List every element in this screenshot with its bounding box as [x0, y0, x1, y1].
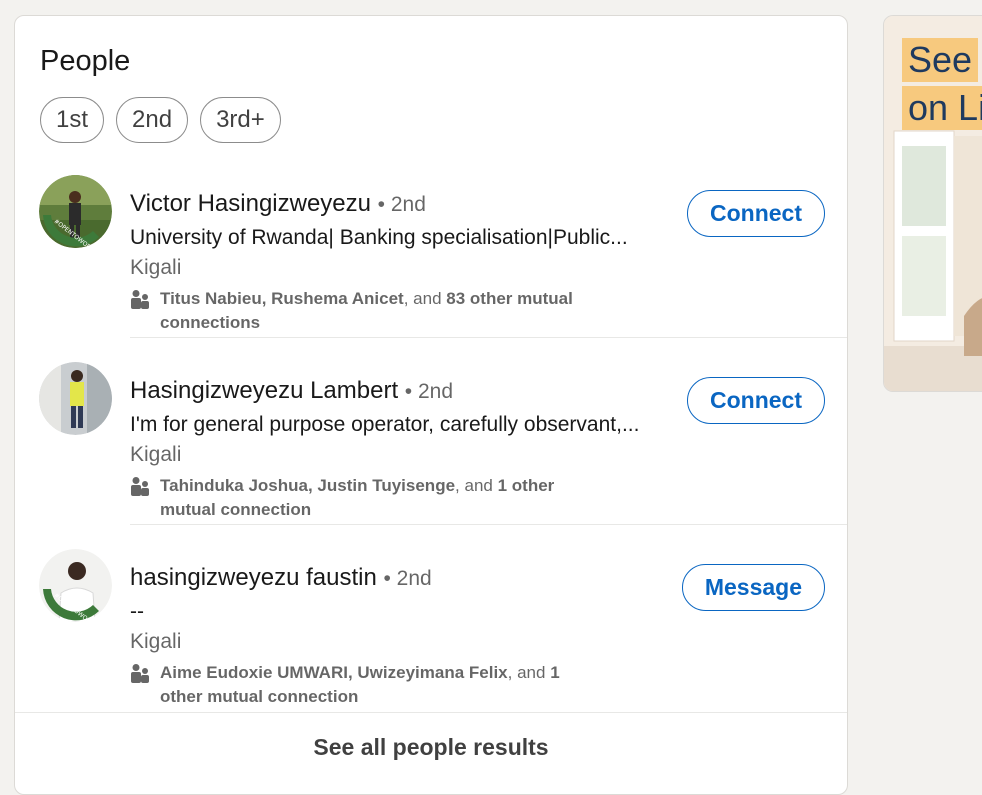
section-title: People [40, 45, 131, 77]
divider [15, 712, 847, 713]
person-location: Kigali [130, 443, 182, 466]
mutual-connections[interactable]: Tahinduka Joshua, Justin Tuyisenge, and … [130, 474, 600, 522]
avatar[interactable] [39, 362, 112, 435]
filter-1st[interactable]: 1st [40, 97, 105, 143]
filter-3rd-plus[interactable]: 3rd+ [200, 97, 281, 143]
avatar-photo [39, 362, 112, 435]
person-result: #OPENTOWORK hasingizweyezu faustin • 2nd… [15, 525, 847, 712]
connection-degree-filters: 1st 2nd 3rd+ [40, 97, 281, 143]
connection-degree: • 2nd [377, 193, 426, 216]
mutual-connections[interactable]: Titus Nabieu, Rushema Anicet, and 83 oth… [130, 287, 600, 335]
avatar-photo: #OPENTOWORK [39, 175, 112, 248]
mutual-names: Titus Nabieu, Rushema Anicet [160, 289, 404, 308]
connect-button[interactable]: Connect [687, 377, 825, 424]
people-results-card: People 1st 2nd 3rd+ #OPENTOWORK Victor H… [14, 15, 848, 795]
mutual-joiner: , and [455, 476, 498, 495]
name-line: hasingizweyezu faustin • 2nd [130, 564, 432, 593]
advertisement-banner[interactable]: See on Li [883, 15, 982, 392]
avatar[interactable]: #OPENTOWORK [39, 175, 112, 248]
person-result: #OPENTOWORK Victor Hasingizweyezu • 2nd … [15, 175, 847, 338]
avatar-photo: #OPENTOWORK [39, 549, 112, 622]
connection-degree: • 2nd [383, 567, 432, 590]
name-line: Victor Hasingizweyezu • 2nd [130, 190, 426, 219]
mutual-names: Aime Eudoxie UMWARI, Uwizeyimana Felix [160, 663, 508, 682]
connect-button[interactable]: Connect [687, 190, 825, 237]
mutual-connections[interactable]: Aime Eudoxie UMWARI, Uwizeyimana Felix, … [130, 661, 600, 709]
mutual-joiner: , and [507, 663, 551, 682]
person-name[interactable]: Hasingizweyezu Lambert [130, 377, 398, 404]
message-button[interactable]: Message [681, 564, 825, 611]
people-icon [131, 477, 149, 496]
name-line: Hasingizweyezu Lambert • 2nd [130, 377, 453, 406]
ad-headline-line1: See [902, 38, 979, 82]
filter-2nd[interactable]: 2nd [116, 97, 189, 143]
avatar[interactable]: #OPENTOWORK [39, 549, 112, 622]
person-headline: University of Rwanda| Banking specialisa… [130, 226, 628, 249]
person-location: Kigali [130, 630, 182, 653]
person-name[interactable]: Victor Hasingizweyezu [130, 190, 371, 217]
people-icon [131, 664, 149, 683]
person-result: Hasingizweyezu Lambert • 2nd I'm for gen… [15, 338, 847, 525]
mutual-names: Tahinduka Joshua, Justin Tuyisenge [160, 476, 456, 495]
person-name[interactable]: hasingizweyezu faustin [130, 564, 377, 591]
see-all-people-results-link[interactable]: See all people results [15, 734, 847, 761]
connection-degree: • 2nd [404, 380, 454, 403]
people-icon [131, 290, 149, 309]
person-headline: I'm for general purpose operator, carefu… [130, 413, 640, 436]
ad-headline-line2: on Li [902, 86, 982, 130]
person-headline: -- [130, 600, 144, 623]
person-location: Kigali [130, 256, 182, 279]
mutual-joiner: , and [403, 289, 447, 308]
